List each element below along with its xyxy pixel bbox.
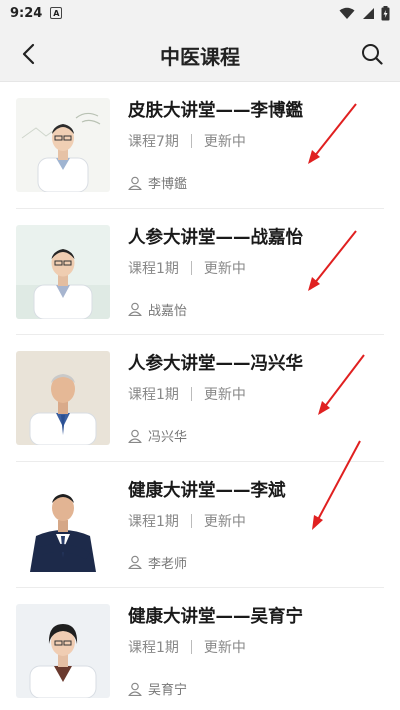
episode-count: 课程1期 (128, 260, 179, 277)
course-title: 健康大讲堂——吴育宁 (128, 607, 303, 628)
course-list: 皮肤大讲堂——李博鑑 课程7期 更新中 李博鑑 人参大讲堂——战嘉怡 课程1期 … (0, 82, 400, 710)
notification-a-icon: A (50, 7, 63, 19)
battery-charging-icon (381, 5, 390, 20)
course-title: 健康大讲堂——李斌 (128, 480, 286, 501)
course-meta: 课程1期 更新中 (128, 258, 246, 278)
course-meta: 课程7期 更新中 (128, 131, 246, 151)
course-meta: 课程1期 更新中 (128, 637, 246, 657)
annotation-arrow (308, 103, 357, 164)
course-author: 冯兴华 (128, 426, 187, 445)
author-name: 冯兴华 (148, 430, 188, 446)
update-status: 更新中 (203, 387, 246, 404)
episode-count: 课程1期 (128, 513, 179, 530)
status-icons (339, 5, 390, 21)
annotation-arrow (308, 229, 357, 291)
course-author: 战嘉怡 (128, 300, 187, 319)
meta-divider (190, 387, 192, 402)
update-status: 更新中 (203, 134, 246, 150)
course-list-item[interactable]: 健康大讲堂——吴育宁 课程1期 更新中 吴育宁 (16, 588, 384, 710)
user-icon (128, 176, 142, 190)
course-thumbnail (16, 224, 110, 319)
author-name: 李老师 (148, 556, 188, 572)
update-status: 更新中 (203, 513, 246, 530)
course-list-item[interactable]: 人参大讲堂——战嘉怡 课程1期 更新中 战嘉怡 (16, 209, 384, 336)
search-icon (362, 44, 383, 65)
annotation-arrow (318, 354, 365, 416)
meta-divider (190, 513, 192, 528)
course-list-item[interactable]: 皮肤大讲堂——李博鑑 课程7期 更新中 李博鑑 (16, 82, 384, 209)
status-bar: 9:24 A (0, 0, 400, 26)
course-author: 李老师 (128, 553, 187, 572)
course-meta: 课程1期 更新中 (128, 511, 246, 531)
user-icon (128, 682, 142, 696)
course-title: 人参大讲堂——战嘉怡 (128, 227, 303, 248)
status-time: 9:24 (10, 5, 43, 21)
meta-divider (190, 260, 192, 275)
course-meta: 课程1期 更新中 (128, 384, 246, 404)
search-button[interactable] (352, 34, 392, 74)
course-thumbnail (16, 351, 110, 446)
episode-count: 课程7期 (128, 134, 179, 150)
user-icon (128, 302, 142, 317)
author-name: 吴育宁 (148, 683, 188, 699)
course-author: 李博鑑 (128, 173, 187, 192)
wifi-icon (339, 7, 355, 19)
course-thumbnail (16, 477, 110, 572)
meta-divider (190, 134, 192, 148)
course-title: 人参大讲堂——冯兴华 (128, 354, 303, 375)
course-thumbnail (16, 98, 110, 192)
user-icon (128, 429, 142, 443)
course-list-item[interactable]: 健康大讲堂——李斌 课程1期 更新中 李老师 (16, 440, 384, 589)
signal-icon (363, 7, 374, 19)
course-list-item[interactable]: 人参大讲堂——冯兴华 课程1期 更新中 冯兴华 (16, 335, 384, 462)
meta-divider (190, 640, 192, 655)
course-author: 吴育宁 (128, 679, 187, 698)
author-name: 战嘉怡 (148, 303, 188, 319)
app-bar: 中医课程 (0, 26, 400, 82)
page-title: 中医课程 (160, 45, 240, 69)
episode-count: 课程1期 (128, 387, 179, 404)
update-status: 更新中 (203, 260, 246, 277)
author-name: 李博鑑 (148, 177, 188, 192)
course-title: 皮肤大讲堂——李博鑑 (128, 101, 303, 121)
course-thumbnail (16, 604, 110, 699)
update-status: 更新中 (203, 640, 246, 657)
episode-count: 课程1期 (128, 640, 179, 657)
user-icon (128, 555, 142, 570)
